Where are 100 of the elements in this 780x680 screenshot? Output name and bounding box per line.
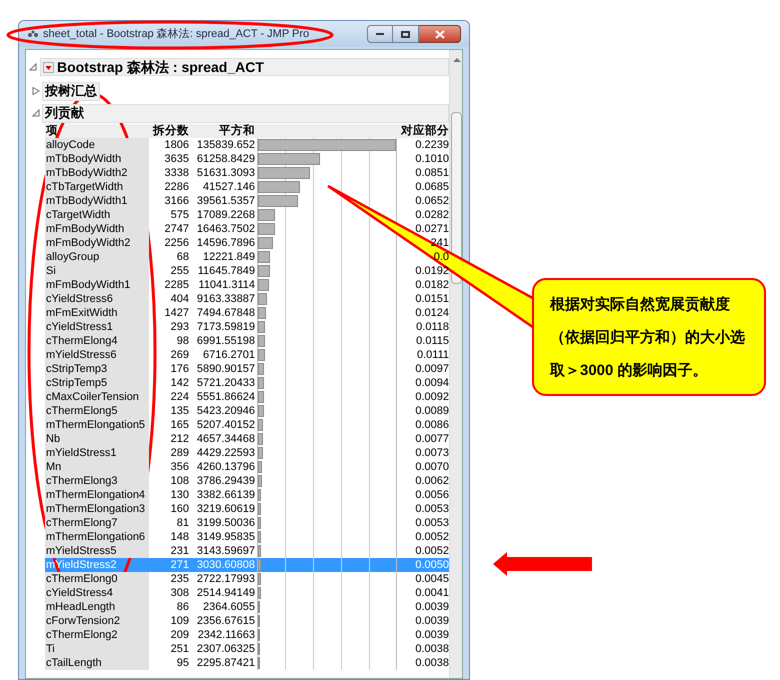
table-cell-text: 251 (170, 642, 189, 656)
table-cell-text: 0.0039 (414, 600, 449, 614)
table-row[interactable]: cStripTemp3 176 5890.90157 0.0097 (45, 362, 449, 376)
table-cell-text: 0.0077 (414, 432, 449, 446)
vertical-scrollbar[interactable] (449, 50, 462, 678)
section-header[interactable]: 按树汇总 (42, 82, 100, 100)
table-cell-text: 2356.67615 (196, 614, 256, 628)
table-row[interactable]: cForwTension2 109 2356.67615 0.0039 (45, 614, 449, 628)
table-cell: cThermElong2 (45, 628, 149, 642)
table-cell-text: 7494.67848 (196, 306, 256, 320)
table-cell-text: 2364.6055 (202, 600, 256, 614)
table-cell-text: 0.0092 (414, 390, 449, 404)
table-cell: cYieldStress6 (45, 292, 149, 306)
table-cell-text: 269 (170, 348, 189, 362)
table-row[interactable]: mThermElongation4 130 3382.66139 0.0056 (45, 488, 449, 502)
table-cell-text: 3219.60619 (196, 502, 256, 516)
table-row[interactable]: alloyCode 1806 135839.652 0.2239 (45, 138, 449, 152)
table-row[interactable]: cYieldStress6 404 9163.33887 0.0151 (45, 292, 449, 306)
table-row[interactable]: cThermElong7 81 3199.50036 0.0053 (45, 516, 449, 530)
table-cell: mThermElongation4 (45, 488, 149, 502)
table-row[interactable]: cTbTargetWidth 2286 41527.146 0.0685 (45, 180, 449, 194)
table-row[interactable]: Ti 251 2307.06325 0.0038 (45, 642, 449, 656)
table-cell-text: 16463.7502 (196, 222, 256, 236)
table-cell-text: 12221.849 (202, 250, 256, 264)
close-button[interactable] (419, 25, 461, 43)
table-row[interactable]: mTbBodyWidth 3635 61258.8429 0.1010 (45, 152, 449, 166)
table-cell: cYieldStress4 (45, 586, 149, 600)
table-cell-text: 6716.2701 (202, 348, 256, 362)
table-row[interactable]: mFmBodyWidth 2747 16463.7502 0.0271 (45, 222, 449, 236)
table-cell-text: 5207.40152 (196, 418, 256, 432)
table-cell-text: 11645.7849 (196, 264, 256, 278)
maximize-button[interactable] (393, 25, 419, 43)
table-cell-text: 0.0685 (414, 180, 449, 194)
table-cell-text: 0.0038 (414, 656, 449, 670)
table-row[interactable]: mTbBodyWidth1 3166 39561.5357 0.0652 (45, 194, 449, 208)
table-cell: cForwTension2 (45, 614, 149, 628)
disclosure-icon[interactable] (29, 63, 37, 71)
table-row[interactable]: Si 255 11645.7849 0.0192 (45, 264, 449, 278)
table-row[interactable]: cYieldStress4 308 2514.94149 0.0041 (45, 586, 449, 600)
table-cell-text: 209 (170, 628, 189, 642)
table-row[interactable]: cThermElong2 209 2342.11663 0.0039 (45, 628, 449, 642)
table-row[interactable]: Nb 212 4657.34468 0.0077 (45, 432, 449, 446)
table-cell-text: 212 (170, 432, 189, 446)
disclosure-icon[interactable] (32, 109, 40, 117)
table-cell-text: 0.0073 (414, 446, 449, 460)
scroll-up-icon[interactable] (453, 58, 461, 62)
table-cell: mTbBodyWidth1 (45, 194, 149, 208)
minimize-button[interactable] (367, 25, 393, 43)
table-cell-text: 3338 (164, 166, 189, 180)
section-header[interactable]: 列贡献 (42, 104, 449, 122)
maximize-icon (401, 30, 410, 38)
table-cell-text: 135839.652 (196, 138, 256, 152)
table-cell-text: 51631.3093 (196, 166, 256, 180)
table-row[interactable]: alloyGroup 68 12221.849 0.0 (45, 250, 449, 264)
table-row[interactable]: mYieldStress1 289 4429.22593 0.0073 (45, 446, 449, 460)
table-cell-text: 11041.3114 (198, 278, 256, 292)
table-cell: mTbBodyWidth2 (45, 166, 149, 180)
disclosure-icon[interactable] (32, 87, 40, 95)
table-cell-text: 109 (170, 614, 189, 628)
table-cell-text: 0.0182 (414, 278, 449, 292)
table-cell-text: 0.0045 (414, 572, 449, 586)
table-row[interactable]: mTbBodyWidth2 3338 51631.3093 0.0851 (45, 166, 449, 180)
table-row[interactable]: cStripTemp5 142 5721.20433 0.0094 (45, 376, 449, 390)
table-row[interactable]: cThermElong4 98 6991.55198 0.0115 (45, 334, 449, 348)
table-cell-text: 3786.29439 (196, 474, 256, 488)
table-cell: cStripTemp3 (45, 362, 149, 376)
table-row[interactable]: mFmExitWidth 1427 7494.67848 0.0124 (45, 306, 449, 320)
app-icon (27, 30, 39, 38)
table-cell: mYieldStress5 (45, 544, 149, 558)
table-row[interactable]: cTailLength 95 2295.87421 0.0038 (45, 656, 449, 670)
table-cell-text: 3143.59697 (196, 544, 256, 558)
table-cell-text: 2285 (164, 278, 189, 292)
table-cell-text: 0.0052 (414, 530, 449, 544)
table-cell-text: 235 (170, 572, 189, 586)
table-row[interactable]: Mn 356 4260.13796 0.0070 (45, 460, 449, 474)
report-title: Bootstrap 森林法 : spread_ACT (57, 58, 264, 77)
table-cell-text: 0.0111 (416, 348, 449, 362)
table-row[interactable]: mThermElongation3 160 3219.60619 0.0053 (45, 502, 449, 516)
table-cell-text: 0.0041 (414, 586, 449, 600)
table-cell-text: 0.0039 (414, 614, 449, 628)
table-cell-text: 0.0118 (415, 320, 449, 334)
table-row[interactable]: cThermElong5 135 5423.20946 0.0089 (45, 404, 449, 418)
table-row[interactable]: mYieldStress5 231 3143.59697 0.0052 (45, 544, 449, 558)
table-cell: mThermElongation5 (45, 418, 149, 432)
table-row[interactable]: cYieldStress1 293 7173.59819 0.0118 (45, 320, 449, 334)
table-row[interactable]: mYieldStress6 269 6716.2701 0.0111 (45, 348, 449, 362)
table-row[interactable]: cThermElong0 235 2722.17993 0.0045 (45, 572, 449, 586)
table-row[interactable]: mThermElongation5 165 5207.40152 0.0086 (45, 418, 449, 432)
table-cell-text: 176 (170, 362, 189, 376)
table-cell: Mn (45, 460, 149, 474)
table-row[interactable]: mFmBodyWidth1 2285 11041.3114 0.0182 (45, 278, 449, 292)
table-cell-text: 356 (170, 460, 189, 474)
table-row[interactable]: cThermElong3 108 3786.29439 0.0062 (45, 474, 449, 488)
table-row[interactable]: mThermElongation6 148 3149.95835 0.0052 (45, 530, 449, 544)
table-cell-text: 3149.95835 (196, 530, 256, 544)
table-cell-text: 86 (176, 600, 189, 614)
table-row[interactable]: cMaxCoilerTension 224 5551.86624 0.0092 (45, 390, 449, 404)
table-cell-text: 3199.50036 (196, 516, 256, 530)
table-row[interactable]: mHeadLength 86 2364.6055 0.0039 (45, 600, 449, 614)
table-cell: mThermElongation3 (45, 502, 149, 516)
